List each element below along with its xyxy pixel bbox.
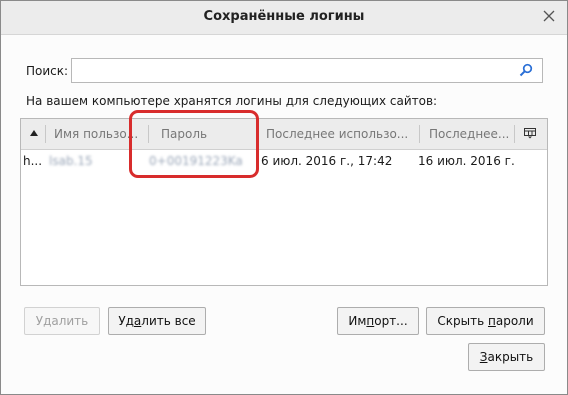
search-field[interactable] <box>71 58 543 83</box>
column-separator[interactable] <box>419 125 420 143</box>
hide-passwords-button[interactable]: Скрыть пароли <box>426 307 545 335</box>
logins-table: Имя пользо... Пароль Последнее использо.… <box>20 118 548 286</box>
dialog-title: Сохранённые логины <box>203 9 365 24</box>
password-column-highlight <box>129 110 259 178</box>
last-changed-cell: 16 июл. 2016 г. <box>418 154 515 168</box>
column-picker-icon[interactable] <box>524 128 536 139</box>
close-icon[interactable] <box>541 8 557 24</box>
saved-logins-dialog: Сохранённые логины Поиск: На вашем компь… <box>0 0 568 395</box>
search-icon[interactable] <box>519 63 533 77</box>
delete-button[interactable]: Удалить <box>24 307 100 335</box>
title-bar: Сохранённые логины <box>1 1 567 35</box>
column-separator[interactable] <box>514 125 515 143</box>
table-row[interactable]: h... lsab.15 0+00191223Ka 6 июл. 2016 г.… <box>21 150 547 172</box>
info-text: На вашем компьютере хранятся логины для … <box>26 94 438 108</box>
username-cell: lsab.15 <box>49 154 93 168</box>
last-used-cell: 6 июл. 2016 г., 17:42 <box>261 154 393 168</box>
column-header-last-changed[interactable]: Последнее... <box>429 119 511 149</box>
search-label: Поиск: <box>26 64 69 78</box>
import-button[interactable]: Импорт... <box>337 307 419 335</box>
table-header: Имя пользо... Пароль Последнее использо.… <box>21 119 547 150</box>
delete-all-button[interactable]: Удалить все <box>108 307 206 335</box>
site-cell: h... <box>23 154 43 168</box>
search-input[interactable] <box>74 61 508 81</box>
close-button[interactable]: Закрыть <box>468 343 545 371</box>
sort-ascending-icon[interactable] <box>30 130 38 136</box>
column-separator[interactable] <box>45 125 46 143</box>
column-header-last-used[interactable]: Последнее использо... <box>266 119 416 149</box>
